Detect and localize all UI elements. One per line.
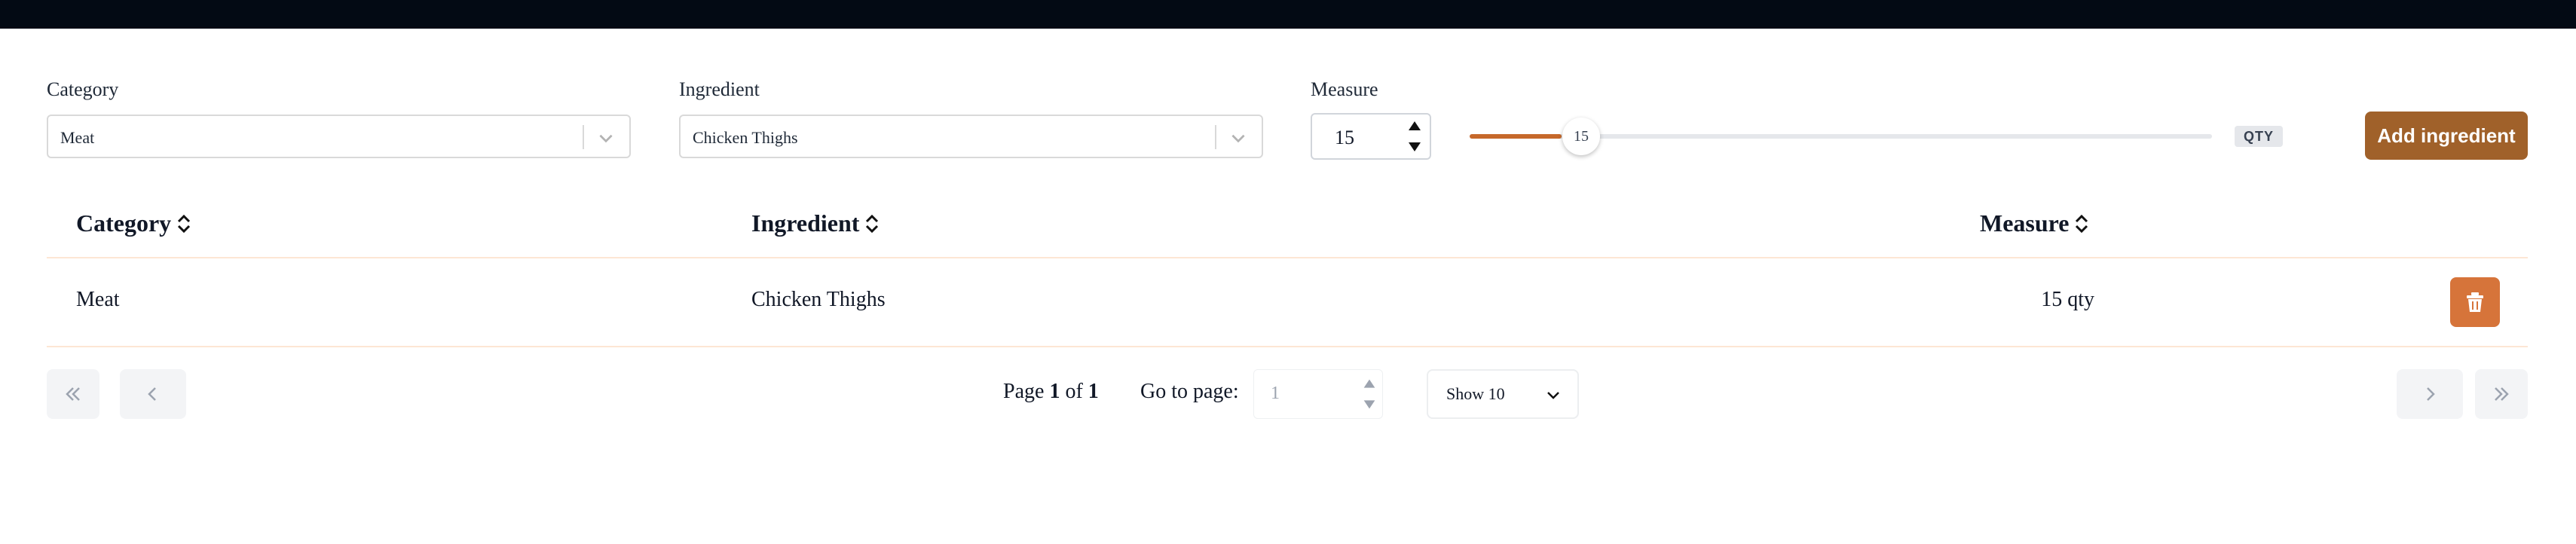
goto-page-input[interactable]: 1 [1253,369,1383,419]
delete-row-button[interactable] [2450,277,2500,327]
select-separator [583,125,584,149]
chevron-down-icon[interactable] [1228,128,1248,148]
page-size-select[interactable]: Show 10 [1427,369,1579,419]
category-select-value: Meat [60,128,95,147]
page-size-value: Show 10 [1446,384,1505,403]
increment-arrow-icon[interactable] [1361,376,1378,393]
cell-measure: 15 qty [2041,288,2094,311]
page-indicator: Page 1 of 1 [1003,380,1099,404]
measure-slider-thumb[interactable]: 15 [1562,118,1600,155]
current-page: 1 [1049,380,1060,403]
sort-icon[interactable] [2073,212,2090,235]
chevron-left-icon [148,387,156,401]
column-header-ingredient[interactable]: Ingredient [751,209,880,237]
page-prefix: Page [1003,380,1045,403]
measure-slider-fill [1470,134,1562,139]
row-divider [47,346,2528,347]
unit-badge: QTY [2235,126,2283,147]
column-header-label: Ingredient [751,209,860,237]
sort-icon[interactable] [864,212,880,235]
chevron-right-icon [2427,387,2435,401]
previous-page-button[interactable] [120,369,186,419]
decrement-arrow-icon[interactable] [1406,137,1424,155]
header-divider [47,257,2528,258]
last-page-button[interactable] [2475,369,2528,419]
next-page-button[interactable] [2397,369,2463,419]
category-label: Category [47,78,119,100]
column-header-label: Measure [1980,209,2070,237]
total-pages: 1 [1088,380,1099,403]
double-chevron-right-icon [2495,387,2509,401]
ingredient-select[interactable]: Chicken Thighs [679,115,1263,158]
measure-input-value: 15 [1335,127,1354,148]
double-chevron-left-icon [66,387,80,401]
goto-page-value: 1 [1271,384,1280,403]
top-nav-bar [0,0,2576,29]
decrement-arrow-icon[interactable] [1361,396,1378,412]
slider-value: 15 [1574,127,1589,145]
category-select[interactable]: Meat [47,115,631,158]
chevron-down-icon [1547,392,1559,399]
ingredient-select-value: Chicken Thighs [693,128,798,147]
ingredient-label: Ingredient [679,78,760,100]
cell-ingredient: Chicken Thighs [751,288,886,311]
column-header-label: Category [76,209,172,237]
sort-icon[interactable] [176,212,192,235]
measure-input[interactable]: 15 [1311,113,1431,160]
goto-page-label: Go to page: [1140,380,1239,403]
first-page-button[interactable] [47,369,99,419]
trash-icon [2467,292,2483,312]
cell-category: Meat [76,288,120,311]
select-separator [1215,125,1216,149]
increment-arrow-icon[interactable] [1406,118,1424,136]
page-of: of [1065,380,1083,403]
column-header-category[interactable]: Category [76,209,192,237]
add-ingredient-button[interactable]: Add ingredient [2365,112,2528,160]
measure-label: Measure [1311,78,1378,100]
chevron-down-icon[interactable] [596,128,616,148]
column-header-measure[interactable]: Measure [1980,209,2090,237]
